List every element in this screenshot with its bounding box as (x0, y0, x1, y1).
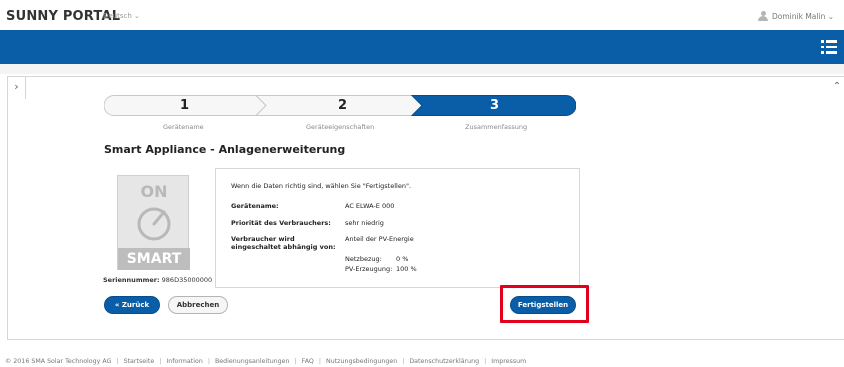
user-menu[interactable]: Dominik Malin ⌄ (758, 11, 834, 21)
top-header: SUNNY PORTAL Deutsch ⌄ Dominik Malin ⌄ (0, 0, 844, 30)
serial-number: Seriennummer: 986D35000000 (103, 276, 212, 284)
step-3-number: 3 (490, 98, 500, 113)
chevron-up-icon[interactable]: ⌃ (830, 77, 844, 97)
footer: © 2016 SMA Solar Technology AG | Startseit… (5, 358, 527, 365)
footer-copyright: © 2016 SMA Solar Technology AG (5, 358, 112, 365)
summary-intro: Wenn die Daten richtig sind, wählen Sie … (231, 182, 412, 190)
user-icon (758, 11, 769, 21)
summary-panel: Wenn die Daten richtig sind, wählen Sie … (215, 168, 580, 288)
footer-link-terms[interactable]: Nutzungsbedingungen (326, 358, 397, 365)
switch-condition-label-2: eingeschaltet abhängig von: (231, 243, 336, 251)
back-button[interactable]: « Zurück (104, 296, 160, 314)
switch-condition-value: Anteil der PV-Energie (345, 235, 414, 243)
user-name: Dominik Malin ⌄ (772, 11, 834, 21)
step-1-caption: Gerätename (163, 123, 204, 131)
priority-value: sehr niedrig (345, 219, 384, 227)
step-2-number: 2 (338, 98, 348, 113)
footer-link-information[interactable]: Information (166, 358, 202, 365)
device-smart-label: SMART (118, 248, 190, 270)
chevron-right-icon[interactable]: › (8, 77, 26, 99)
cancel-button[interactable]: Abbrechen (168, 296, 228, 314)
device-on-label: ON (140, 182, 168, 201)
page-title: Smart Appliance - Anlagenerweiterung (104, 143, 346, 156)
power-knob-icon (137, 207, 171, 241)
footer-link-privacy[interactable]: Datenschutzerklärung (409, 358, 479, 365)
grid-value: 0 % (396, 255, 409, 263)
serial-value: 986D35000000 (161, 276, 213, 284)
footer-link-startseite[interactable]: Startseite (124, 358, 155, 365)
navigation-bar (0, 30, 844, 64)
serial-label: Seriennummer: (103, 276, 160, 284)
footer-link-faq[interactable]: FAQ (302, 358, 314, 365)
pv-value: 100 % (396, 265, 417, 273)
step-1-number: 1 (180, 98, 190, 113)
list-menu-icon[interactable] (821, 40, 837, 54)
step-2-caption: Geräteeigenschaften (306, 123, 375, 131)
language-selector[interactable]: Deutsch ⌄ (103, 12, 140, 20)
footer-link-manuals[interactable]: Bedienungsanleitungen (215, 358, 290, 365)
finish-button[interactable]: Fertigstellen (510, 296, 576, 314)
smart-appliance-image: ON SMART (117, 175, 190, 270)
device-name-value: AC ELWA-E 000 (345, 202, 395, 210)
footer-link-imprint[interactable]: Impressum (491, 358, 526, 365)
wizard-steps: 1 2 3 (104, 95, 576, 116)
grid-label: Netzbezug: (345, 255, 382, 263)
switch-condition-label-1: Verbraucher wird (231, 235, 295, 243)
device-name-label: Gerätename: (231, 202, 279, 210)
sub-bar (0, 64, 844, 74)
pv-label: PV-Erzeugung: (345, 265, 393, 273)
priority-label: Priorität des Verbrauchers: (231, 219, 331, 227)
step-3-caption: Zusammenfassung (465, 123, 528, 131)
